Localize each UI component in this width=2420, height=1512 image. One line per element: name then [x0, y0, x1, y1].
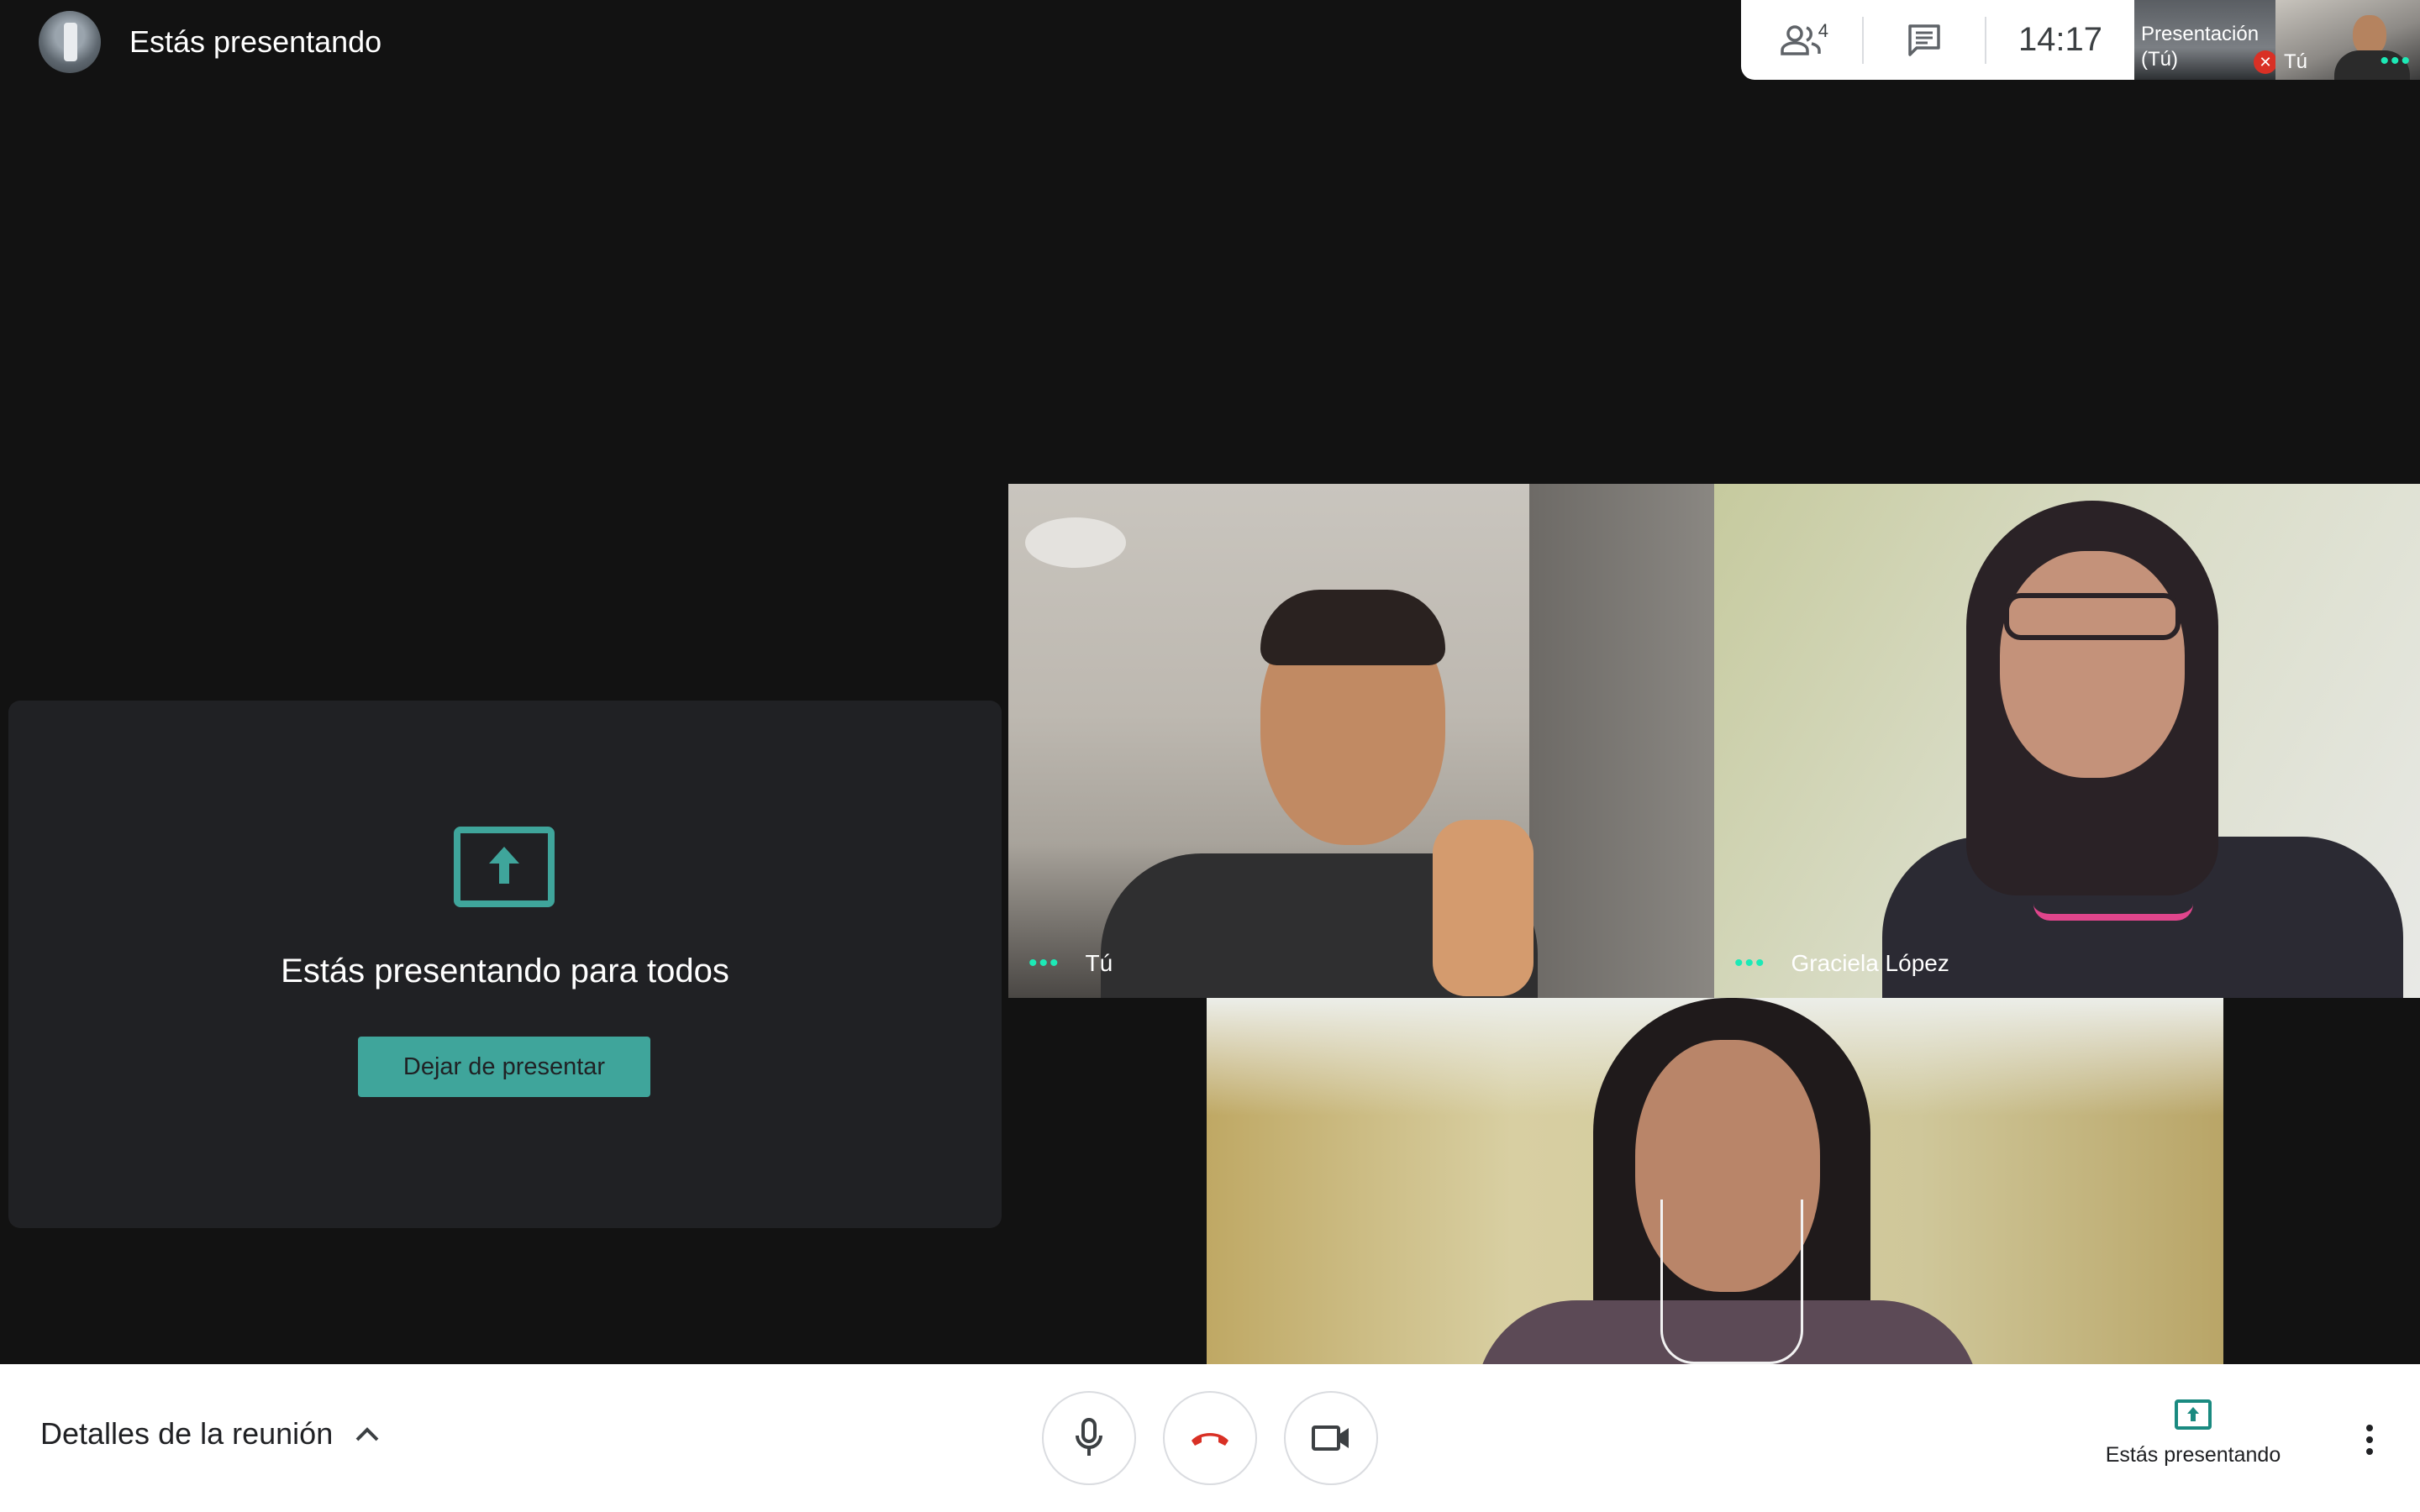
video-tile-graciela[interactable]: ••• Graciela López	[1714, 484, 2420, 998]
presenting-message: Estás presentando para todos	[281, 953, 729, 990]
mic-icon	[1076, 1418, 1102, 1456]
self-thumbnail[interactable]: Tú •••	[2275, 0, 2420, 80]
chat-button[interactable]	[1864, 0, 1985, 80]
presenting-title: Estás presentando	[129, 24, 382, 59]
mic-off-icon: ✕	[2254, 50, 2277, 74]
presenting-header: Estás presentando	[39, 8, 381, 76]
tile-label: Graciela López	[1791, 950, 1949, 976]
video-tile-participant[interactable]	[1207, 998, 2223, 1364]
presentation-thumbnail[interactable]: Presentación (Tú) ✕	[2134, 0, 2277, 80]
speaking-indicator-icon: •••	[1028, 949, 1060, 977]
more-options-button[interactable]	[2349, 1410, 2390, 1470]
person-hair	[1260, 590, 1445, 665]
tile-name-self: ••• Tú	[1028, 949, 1113, 978]
presenting-button[interactable]: Estás presentando	[2092, 1399, 2294, 1483]
person-head	[2000, 551, 2185, 778]
speaking-indicator-icon: •••	[1734, 949, 1766, 977]
stop-presenting-button[interactable]: Dejar de presentar	[358, 1037, 650, 1097]
camera-icon	[1312, 1425, 1349, 1451]
self-thumb-label: Tú	[2284, 50, 2308, 73]
chat-icon	[1908, 24, 1940, 56]
chevron-up-icon	[355, 1427, 379, 1441]
video-tile-self[interactable]: ••• Tú	[1008, 484, 1714, 998]
avatar	[39, 11, 101, 73]
leave-call-button[interactable]	[1163, 1391, 1257, 1485]
tile-label: Tú	[1085, 950, 1113, 976]
earphones	[1660, 1200, 1803, 1364]
hangup-icon	[1192, 1433, 1228, 1446]
microphone-button[interactable]	[1042, 1391, 1136, 1485]
camera-button[interactable]	[1284, 1391, 1378, 1485]
people-icon	[1781, 24, 1821, 55]
bottom-control-bar: Detalles de la reunión Estás presentando	[0, 1364, 2420, 1512]
thumbs-up-hand	[1433, 820, 1534, 996]
wall-shadow	[1529, 484, 1714, 998]
meeting-clock: 14:17	[2018, 21, 2103, 58]
present-to-all-icon	[454, 827, 555, 907]
top-info-panel: 4 14:17 Presentación (Tú) ✕ Tú •••	[1741, 0, 2420, 80]
meeting-details-label: Detalles de la reunión	[40, 1416, 334, 1451]
tile-name-graciela: ••• Graciela López	[1734, 949, 1949, 978]
meeting-details-toggle[interactable]: Detalles de la reunión	[40, 1416, 380, 1452]
present-icon	[2175, 1399, 2212, 1430]
participants-button[interactable]: 4	[1741, 0, 1862, 80]
speaking-indicator-icon: •••	[2380, 47, 2412, 75]
presenting-card: Estás presentando para todos Dejar de pr…	[8, 701, 1002, 1228]
shirt-stripe	[2033, 904, 2193, 921]
presenting-label: Estás presentando	[2105, 1443, 2281, 1467]
participants-count: 4	[1818, 20, 1828, 41]
more-vert-icon	[2366, 1425, 2373, 1455]
glasses	[2004, 593, 2181, 640]
meeting-stage: Estás presentando 4 14:17 Presentación (…	[0, 0, 2420, 1512]
ceiling-fan	[1025, 517, 1126, 568]
